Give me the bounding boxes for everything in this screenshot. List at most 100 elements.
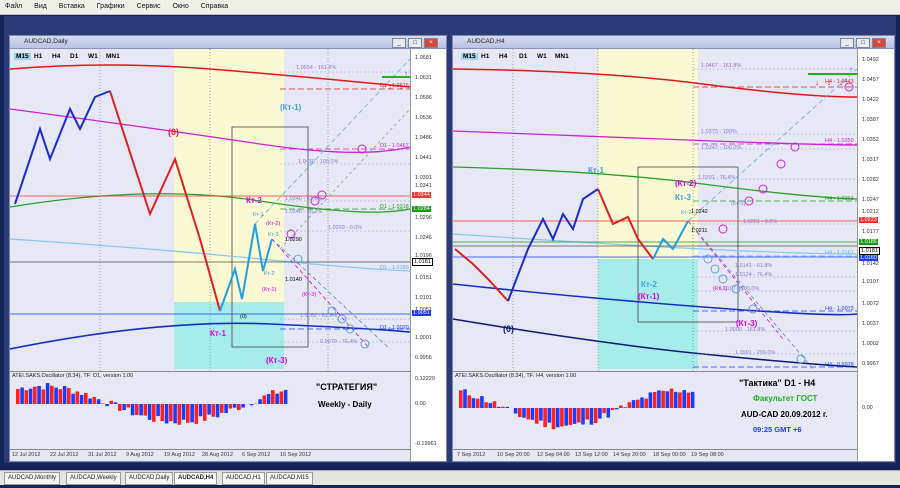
tf-button-h1[interactable]: H1	[34, 53, 42, 60]
tf-button-m15[interactable]: M15	[14, 53, 31, 60]
date-tick: 19 Aug 2012	[164, 452, 195, 458]
date-axis: 12 Jul 2012 22 Jul 2012 31 Jul 2012 9 Au…	[10, 449, 410, 461]
fibo-circles	[703, 82, 854, 364]
tf-button-m15[interactable]: M15	[461, 53, 478, 60]
oscillator-bar	[534, 408, 539, 424]
wave-label: Кт-3	[268, 232, 279, 238]
menu-window[interactable]: Окно	[168, 0, 194, 14]
price-tick: 1.0341	[415, 183, 432, 189]
oscillator-bar	[266, 394, 271, 404]
chart-titlebar[interactable]: AUDCAD,Daily _ □ ×	[10, 36, 446, 49]
tf-button-w1[interactable]: W1	[88, 53, 98, 60]
close-button[interactable]: ×	[872, 38, 886, 48]
tf-button-h4[interactable]: H4	[52, 53, 60, 60]
level-label: H4 - 1.0073	[825, 306, 854, 312]
oscillator-bar	[598, 408, 602, 419]
chart-window-h4[interactable]: AUDCAD,H4 _ □ × ↓ ↓ ↓ ↑ M15 H1 H4 D1 W1 …	[452, 35, 895, 462]
tab-audcad-m15[interactable]: AUDCAD,M15	[266, 472, 313, 485]
oscillator-bar	[669, 388, 674, 408]
chart-titlebar[interactable]: AUDCAD,H4 _ □ ×	[453, 36, 894, 49]
oscillator-bar	[551, 408, 556, 430]
oscillator-bar	[640, 397, 644, 408]
wave-label: Кт-2	[264, 271, 275, 277]
level-label: 1.0140	[285, 277, 302, 283]
tf-button-mn1[interactable]: MN1	[106, 53, 120, 60]
tf-button-mn1[interactable]: MN1	[555, 53, 569, 60]
wave-label: (Кт-1)	[713, 286, 728, 292]
oscillator-bar	[492, 401, 497, 408]
date-tick: 7 Sep 2012	[457, 452, 486, 458]
oscillator-bar	[54, 387, 58, 404]
oscillator-bar	[665, 391, 670, 408]
menu-file[interactable]: Файл	[0, 0, 27, 14]
oscillator-bar	[530, 408, 535, 420]
date-tick: 6 Sep 2012	[242, 452, 271, 458]
price-tick: 1.0536	[415, 115, 432, 121]
menu-charts[interactable]: Графики	[92, 0, 130, 14]
price-tick: 0.9956	[415, 355, 432, 361]
chart-window-daily[interactable]: AUDCAD,Daily _ □ × ↓ ↓ ↑ M15 H1 H4 D1 W1…	[9, 35, 447, 462]
close-button[interactable]: ×	[424, 38, 438, 48]
level-label: H4 - 1.0350	[825, 138, 854, 144]
oscillator-bar	[547, 408, 552, 423]
wave-label: Кт-1	[210, 329, 226, 338]
oscillator-pane[interactable]: ATEI.SAKS.Oscillator (8.34), TF: D1, ver…	[10, 371, 410, 450]
date-tick: 31 Jul 2012	[88, 452, 117, 458]
wave-label: (Кт-3)	[736, 319, 758, 328]
oscillator-bar	[459, 390, 463, 408]
oscillator-pane[interactable]: ATEI.SAKS.Oscillator (8.34), TF: H4, ver…	[453, 371, 857, 450]
date-tick: 12 Jul 2012	[12, 452, 41, 458]
oscillator-bar	[169, 404, 173, 422]
price-tick: 1.0072	[862, 301, 879, 307]
tab-audcad-h4[interactable]: AUDCAD,H4	[174, 472, 218, 485]
oscillator-bar	[126, 404, 131, 408]
svg-text:↑: ↑	[849, 65, 853, 74]
price-tick: 1.0486	[415, 135, 432, 141]
menu-help[interactable]: Справка	[196, 0, 233, 14]
tactic-caption: "Тактика" D1 - H4	[739, 378, 816, 388]
oscillator-bar	[37, 386, 41, 404]
tab-audcad-weekly[interactable]: AUDCAD,Weekly	[66, 472, 121, 485]
menu-tools[interactable]: Сервис	[132, 0, 166, 14]
level-label: 1.0242	[691, 209, 708, 215]
wave-label: Кт-2	[246, 196, 262, 205]
price-scale[interactable]: 1.0681 1.0631 1.0586 1.0536 1.0486 1.044…	[410, 49, 446, 461]
plot-area[interactable]: ↓ ↓ ↑ M15 H1 H4 D1 W1 MN1 1.0654 - 161.8…	[10, 49, 410, 461]
level-label: 1.0124 - 76.4%	[735, 272, 773, 278]
plot-area[interactable]: ↓ ↓ ↓ ↑ M15 H1 H4 D1 W1 MN1 1.0467 - 161…	[453, 49, 857, 461]
tab-audcad-daily[interactable]: AUDCAD,Daily	[125, 472, 174, 485]
wave-label: (Кт-2)	[675, 179, 697, 188]
price-scale[interactable]: 1.0492 1.0457 1.0422 1.0387 1.0352 1.031…	[857, 49, 894, 461]
menu-insert[interactable]: Вставка	[54, 0, 90, 14]
tf-button-w1[interactable]: W1	[537, 53, 547, 60]
price-box-blue: 1.0160	[859, 255, 878, 261]
minimize-button[interactable]: _	[840, 38, 854, 48]
oscillator-bar	[283, 389, 288, 404]
chart-title: AUDCAD,Daily	[24, 38, 68, 45]
tab-audcad-monthly[interactable]: AUDCAD,Monthly	[4, 472, 61, 485]
price-box-bid: 1.0181	[412, 258, 433, 266]
menu-view[interactable]: Вид	[29, 0, 52, 14]
maximize-button[interactable]: □	[856, 38, 870, 48]
wave-label: (Кт-2)	[266, 221, 281, 227]
tf-button-d1[interactable]: D1	[70, 53, 78, 60]
oscillator-bar	[173, 404, 177, 424]
wave-label: (Кт-1)	[638, 292, 660, 301]
maximize-button[interactable]: □	[408, 38, 422, 48]
osc-tick: 0.00	[415, 401, 426, 407]
tf-button-d1[interactable]: D1	[519, 53, 527, 60]
date-tick: 9 Aug 2012	[126, 452, 154, 458]
oscillator-bar	[71, 393, 75, 404]
price-box-bid: 1.0181	[859, 247, 880, 255]
oscillator-bar	[249, 404, 254, 406]
minimize-button[interactable]: _	[392, 38, 406, 48]
oscillator-bar	[652, 392, 657, 408]
osc-tick: -0.19961	[415, 441, 437, 447]
level-label: 1.0291 - 76.4%	[698, 175, 736, 181]
tf-button-h4[interactable]: H4	[499, 53, 507, 60]
level-label: H4 - 1.0443	[825, 79, 854, 85]
price-tick: 1.0296	[415, 215, 432, 221]
tab-audcad-h1[interactable]: AUDCAD,H1	[222, 472, 265, 485]
tf-button-h1[interactable]: H1	[481, 53, 489, 60]
level-label: 1.0430 - 100.0%	[298, 159, 339, 165]
